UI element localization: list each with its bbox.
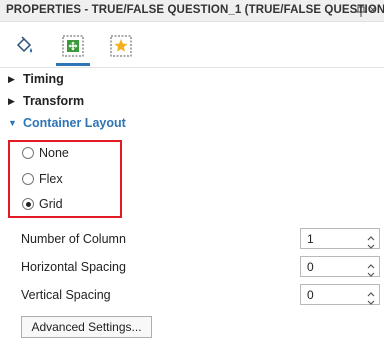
section-transform-label: Transform (23, 94, 85, 108)
number-of-column-label: Number of Column (21, 232, 126, 246)
expand-arrow-icon: ▶ (8, 74, 15, 84)
tab-layout[interactable] (61, 34, 85, 58)
radio-none-label: None (39, 146, 69, 160)
radio-button-checked[interactable] (22, 198, 34, 210)
section-timing[interactable]: ▶ Timing (8, 72, 64, 90)
chevron-down-icon[interactable] (366, 266, 376, 277)
chevron-down-icon[interactable] (366, 238, 376, 249)
horizontal-spacing-stepper[interactable]: 0 (300, 256, 380, 277)
section-timing-label: Timing (23, 72, 64, 86)
horizontal-spacing-label: Horizontal Spacing (21, 260, 126, 274)
advanced-settings-button[interactable]: Advanced Settings... (21, 316, 152, 338)
radio-button[interactable] (22, 173, 34, 185)
tab-fill[interactable] (13, 34, 37, 58)
horizontal-spacing-value[interactable]: 0 (307, 260, 314, 274)
close-icon[interactable]: × (369, 2, 377, 18)
panel-title: PROPERTIES - TRUE/FALSE QUESTION_1 (TRUE… (6, 4, 384, 16)
tab-effects[interactable] (109, 34, 133, 58)
pin-icon[interactable] (355, 3, 367, 19)
radio-grid-label: Grid (39, 197, 63, 211)
chevron-down-icon[interactable] (366, 294, 376, 305)
section-container-layout-label: Container Layout (23, 116, 126, 130)
panel-titlebar: PROPERTIES - TRUE/FALSE QUESTION_1 (TRUE… (0, 0, 384, 22)
vertical-spacing-stepper[interactable]: 0 (300, 284, 380, 305)
radio-flex-label: Flex (39, 172, 63, 186)
number-of-column-stepper[interactable]: 1 (300, 228, 380, 249)
number-of-column-value[interactable]: 1 (307, 232, 314, 246)
star-frame-icon (109, 34, 133, 58)
section-transform[interactable]: ▶ Transform (8, 94, 84, 112)
paint-bucket-icon (13, 34, 37, 58)
layout-arrows-icon (61, 34, 85, 58)
active-tab-indicator (56, 63, 90, 66)
collapse-arrow-icon: ▼ (8, 118, 17, 128)
expand-arrow-icon: ▶ (8, 96, 15, 106)
vertical-spacing-value[interactable]: 0 (307, 288, 314, 302)
vertical-spacing-label: Vertical Spacing (21, 288, 111, 302)
radio-button[interactable] (22, 147, 34, 159)
property-tabs (0, 22, 384, 68)
section-container-layout[interactable]: ▼ Container Layout (8, 116, 126, 134)
